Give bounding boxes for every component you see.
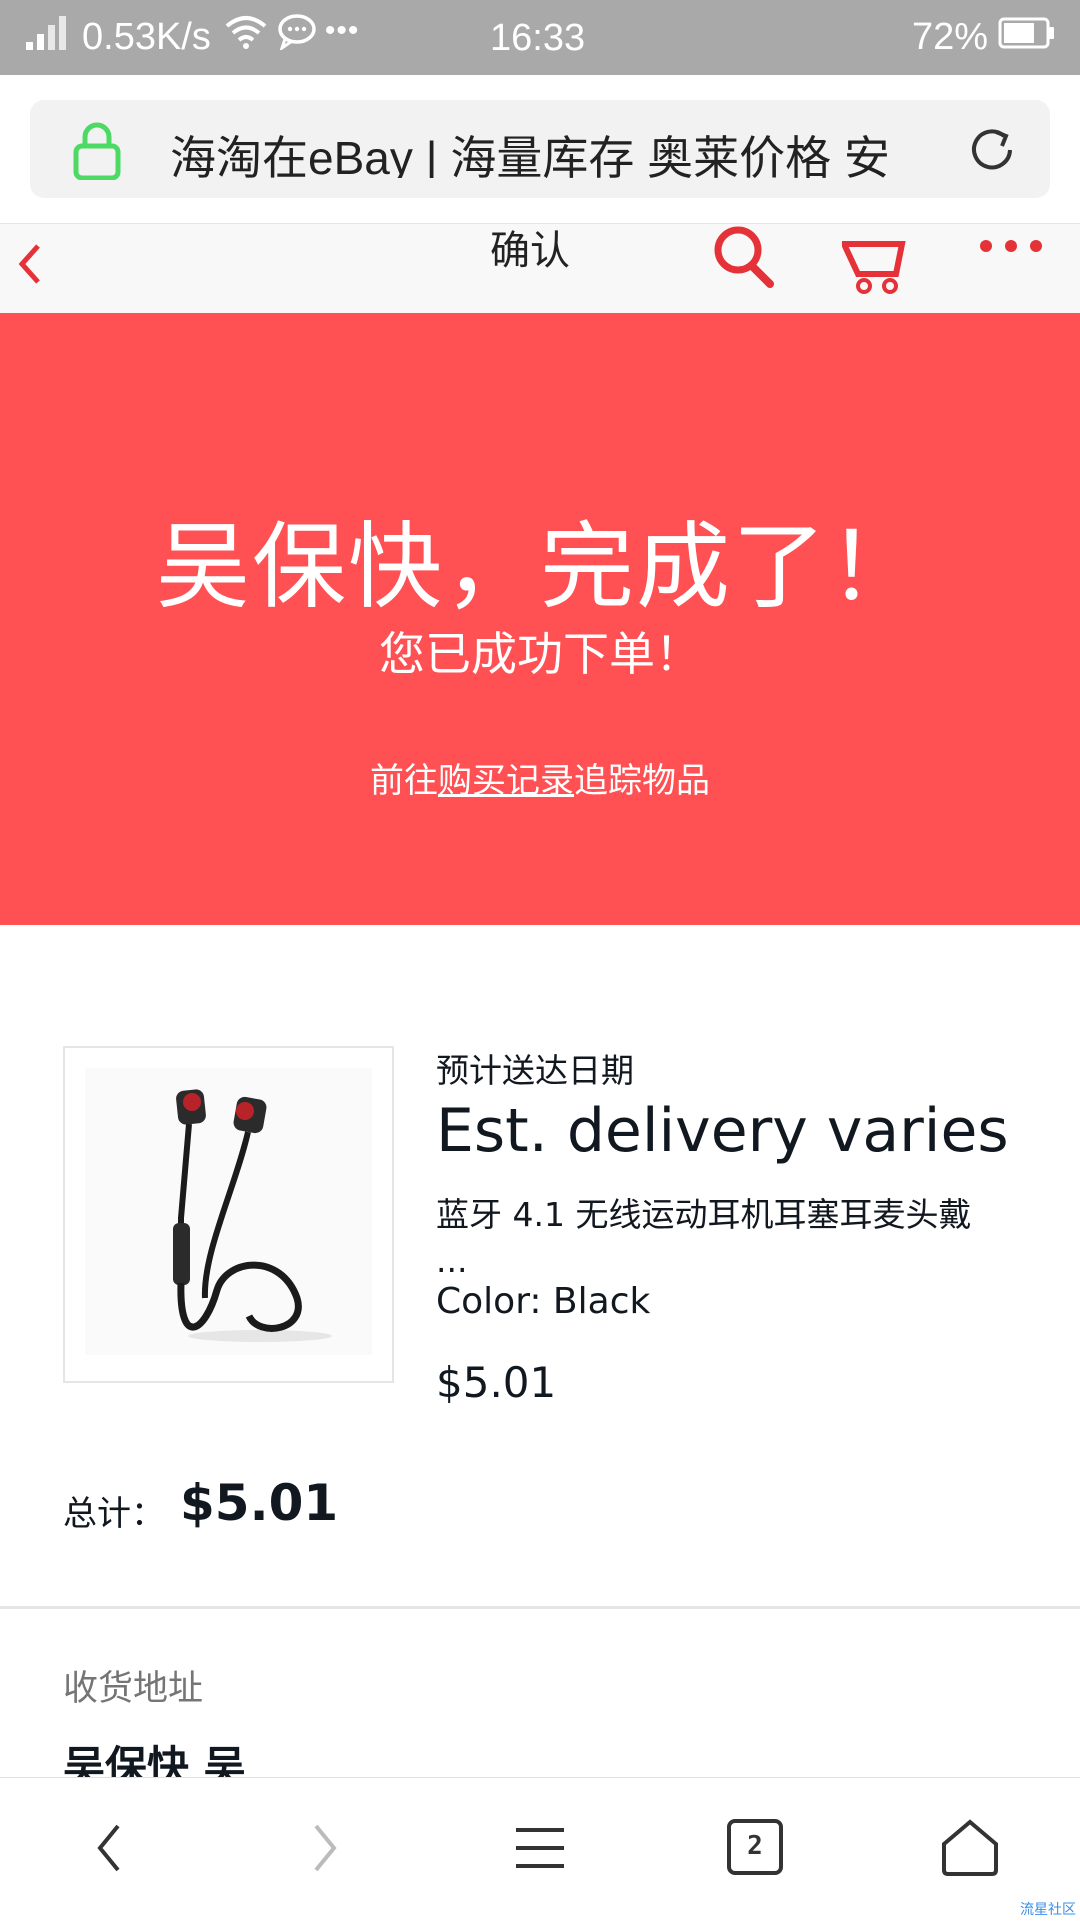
reload-icon[interactable] bbox=[966, 124, 1018, 180]
address-bar[interactable]: 海淘在eBay | 海量库存 奥莱价格 安 bbox=[30, 100, 1050, 198]
delivery-value: Est. delivery varies bbox=[436, 1096, 1009, 1166]
status-bar: 0.53K/s ••• 16:33 72% bbox=[0, 0, 1080, 75]
lock-icon bbox=[72, 122, 122, 184]
section-divider bbox=[0, 1606, 1080, 1609]
item-price: $5.01 bbox=[436, 1358, 557, 1407]
total-label: 总计： bbox=[63, 1494, 165, 1534]
page-title: 确认 bbox=[490, 229, 570, 273]
battery-icon bbox=[998, 16, 1056, 59]
confirmation-banner: 吴保快，完成了！ 您已成功下单！ 前往购买记录追踪物品 bbox=[0, 313, 1080, 925]
clock: 16:33 bbox=[490, 17, 586, 59]
track-order-text: 前往购买记录追踪物品 bbox=[0, 753, 1080, 802]
network-speed: 0.53K/s bbox=[82, 15, 211, 58]
total-value: $5.01 bbox=[180, 1474, 339, 1532]
more-dots-icon: ••• bbox=[324, 14, 360, 47]
confirmation-headline: 吴保快，完成了！ bbox=[155, 513, 924, 622]
cart-icon[interactable] bbox=[839, 224, 914, 302]
more-menu-icon[interactable] bbox=[978, 238, 1044, 258]
nav-back-icon[interactable] bbox=[88, 1818, 132, 1882]
item-title[interactable]: 蓝牙 4.1 无线运动耳机耳塞耳麦头戴 ... bbox=[436, 1192, 1036, 1284]
signal-icon bbox=[26, 14, 70, 60]
item-title-ellipsis: ... bbox=[436, 1241, 468, 1280]
item-color: Color: Black bbox=[436, 1281, 651, 1322]
browser-address-area: 海淘在eBay | 海量库存 奥莱价格 安 bbox=[0, 75, 1080, 223]
page-header: 确认 bbox=[0, 223, 1080, 314]
item-image[interactable] bbox=[63, 1046, 394, 1383]
back-arrow-icon[interactable] bbox=[14, 240, 44, 292]
wifi-icon bbox=[225, 14, 267, 60]
tab-count: 2 bbox=[747, 1831, 763, 1861]
battery-percent: 72% bbox=[911, 16, 988, 58]
track-suffix: 追踪物品 bbox=[574, 761, 710, 801]
watermark: 流星社区 bbox=[1020, 1902, 1076, 1918]
menu-icon[interactable] bbox=[512, 1818, 568, 1882]
confirmation-subline: 您已成功下单！ bbox=[379, 627, 701, 681]
address-title[interactable]: 海淘在eBay | 海量库存 奥莱价格 安 bbox=[170, 122, 950, 178]
earphones-image bbox=[85, 1068, 372, 1355]
browser-bottom-nav: 2 流星社区 bbox=[0, 1777, 1080, 1921]
nav-forward-icon[interactable] bbox=[302, 1818, 346, 1882]
chat-icon bbox=[277, 14, 317, 60]
delivery-label: 预计送达日期 bbox=[436, 1051, 634, 1090]
search-icon[interactable] bbox=[712, 224, 778, 294]
shipping-address-label: 收货地址 bbox=[63, 1669, 204, 1709]
item-title-text: 蓝牙 4.1 无线运动耳机耳塞耳麦头戴 bbox=[436, 1195, 972, 1234]
home-icon[interactable] bbox=[940, 1818, 1000, 1882]
purchase-history-link[interactable]: 购买记录 bbox=[438, 761, 574, 801]
track-prefix: 前往 bbox=[370, 761, 438, 801]
